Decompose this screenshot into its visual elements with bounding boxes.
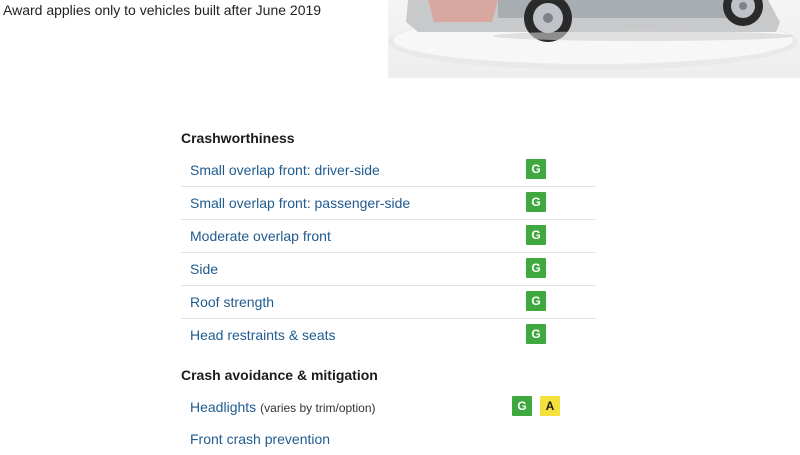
award-note: Award applies only to vehicles built aft… <box>3 2 322 18</box>
rating-row[interactable]: Moderate overlap front G <box>181 220 596 253</box>
rating-badge-acceptable: A <box>540 396 560 416</box>
rating-badge-good: G <box>526 258 546 278</box>
vehicle-photo <box>388 0 800 78</box>
rating-row[interactable]: Side G <box>181 253 596 286</box>
rating-link-label[interactable]: Headlights <box>190 399 256 415</box>
rating-row[interactable]: Small overlap front: driver-side G <box>181 154 596 187</box>
rating-link[interactable]: Side <box>190 260 218 278</box>
rating-link[interactable]: Roof strength <box>190 293 274 311</box>
rating-row[interactable]: Head restraints & seats G <box>181 319 596 351</box>
rating-note: (varies by trim/option) <box>260 401 376 415</box>
section-title-crashworthiness: Crashworthiness <box>181 130 295 146</box>
rating-link[interactable]: Headlights (varies by trim/option) <box>190 398 376 417</box>
rating-link[interactable]: Moderate overlap front <box>190 227 331 245</box>
rating-row[interactable]: Headlights (varies by trim/option) G A <box>181 391 596 423</box>
ratings-table: Crashworthiness Small overlap front: dri… <box>181 128 601 455</box>
rating-badge-good: G <box>526 324 546 344</box>
rating-link[interactable]: Small overlap front: passenger-side <box>190 194 410 212</box>
section-title-crash-avoidance: Crash avoidance & mitigation <box>181 367 378 383</box>
rating-badge-good: G <box>526 225 546 245</box>
rating-link[interactable]: Small overlap front: driver-side <box>190 161 380 179</box>
rating-row[interactable]: Roof strength G <box>181 286 596 319</box>
rating-badge-good: G <box>512 396 532 416</box>
rating-link[interactable]: Front crash prevention <box>190 430 330 448</box>
rating-row[interactable]: Front crash prevention <box>181 423 596 455</box>
rating-row[interactable]: Small overlap front: passenger-side G <box>181 187 596 220</box>
rating-badge-good: G <box>526 192 546 212</box>
rating-badge-good: G <box>526 159 546 179</box>
rating-link[interactable]: Head restraints & seats <box>190 326 336 344</box>
rating-badge-good: G <box>526 291 546 311</box>
